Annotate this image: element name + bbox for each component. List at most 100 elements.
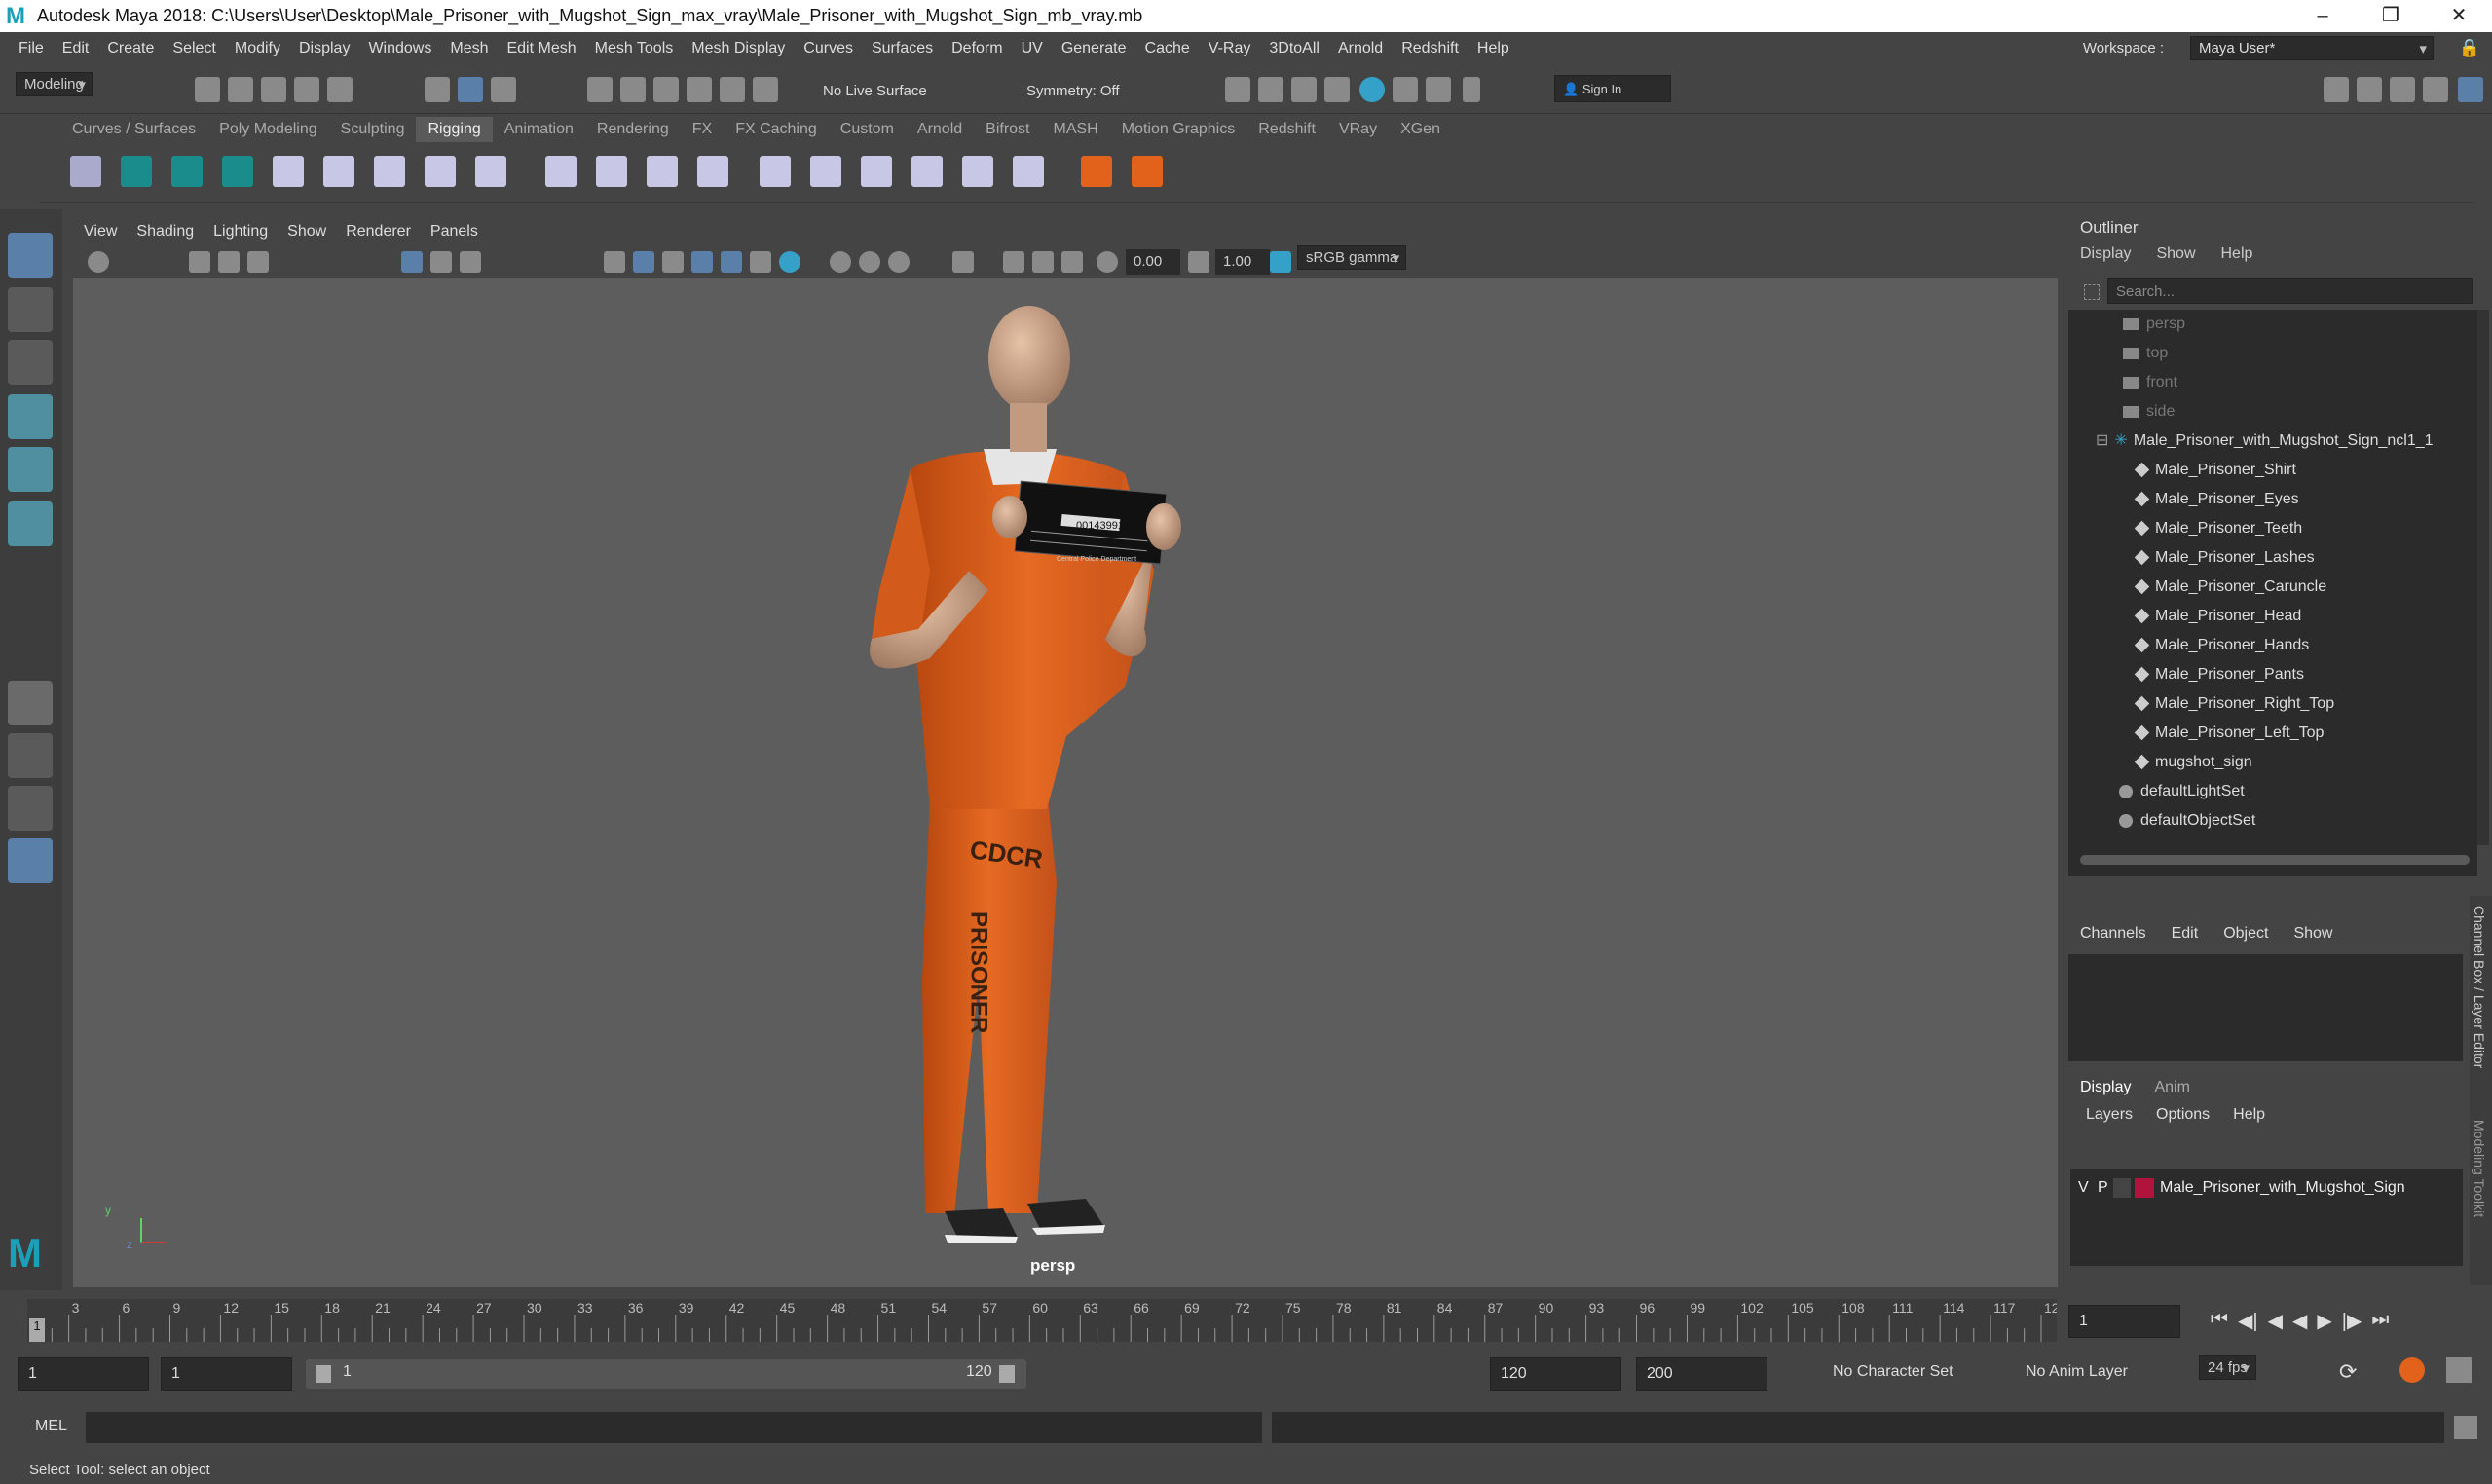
select-tool-icon[interactable] bbox=[8, 233, 53, 278]
step-forward-key-icon[interactable]: |▶ bbox=[2342, 1309, 2362, 1333]
layer-menu-layers[interactable]: Layers bbox=[2086, 1106, 2133, 1124]
layer-name[interactable]: Male_Prisoner_with_Mugshot_Sign bbox=[2160, 1174, 2405, 1202]
mel-input[interactable] bbox=[86, 1412, 1262, 1443]
shelf-tab-motion-graphics[interactable]: Motion Graphics bbox=[1110, 117, 1247, 142]
ik-handle-icon[interactable] bbox=[121, 156, 152, 187]
layer-tab-display[interactable]: Display bbox=[2080, 1079, 2131, 1096]
two-view-layout-icon[interactable] bbox=[8, 786, 53, 831]
side-tab-modeling-toolkit[interactable]: Modeling Toolkit bbox=[2472, 1120, 2487, 1217]
wrap-icon[interactable] bbox=[647, 156, 678, 187]
outliner-search-input[interactable]: Search... bbox=[2107, 278, 2473, 304]
orient-constraint-icon[interactable] bbox=[861, 156, 892, 187]
gamma-field[interactable]: 1.00 bbox=[1215, 249, 1270, 275]
outliner-item-mesh[interactable]: Male_Prisoner_Shirt bbox=[2134, 456, 2296, 485]
shelf-tab-custom[interactable]: Custom bbox=[829, 117, 906, 142]
outliner-item-mesh[interactable]: mugshot_sign bbox=[2134, 748, 2252, 777]
filter-icon[interactable] bbox=[2084, 284, 2100, 300]
render-settings-icon[interactable] bbox=[1324, 77, 1350, 102]
outliner-item-mesh[interactable]: Male_Prisoner_Right_Top bbox=[2134, 689, 2334, 719]
outliner-item-camera[interactable]: front bbox=[2123, 368, 2177, 397]
color-space-dropdown[interactable]: sRGB gamma bbox=[1297, 245, 1407, 270]
shelf-tab-fx[interactable]: FX bbox=[681, 117, 724, 142]
snap-view-plane-icon[interactable] bbox=[687, 77, 712, 102]
distance-tool-icon[interactable] bbox=[1132, 156, 1163, 187]
quick-rig-icon[interactable] bbox=[475, 156, 506, 187]
outliner-item-set[interactable]: defaultObjectSet bbox=[2119, 806, 2255, 835]
animation-preferences-icon[interactable] bbox=[2446, 1357, 2472, 1383]
lasso-tool-icon[interactable] bbox=[8, 287, 53, 332]
side-tab-channel-box[interactable]: Channel Box / Layer Editor bbox=[2472, 906, 2487, 1068]
step-back-key-icon[interactable]: ◀| bbox=[2238, 1309, 2258, 1333]
channel-menu-object[interactable]: Object bbox=[2223, 925, 2268, 943]
shadows-icon[interactable] bbox=[750, 251, 771, 273]
xray-icon[interactable] bbox=[1003, 251, 1024, 273]
outliner-toggle-icon[interactable] bbox=[2458, 77, 2483, 102]
color-management-icon[interactable] bbox=[1270, 251, 1291, 273]
depth-of-field-icon[interactable] bbox=[888, 251, 910, 273]
perspective-viewport[interactable]: 001439919 Central Police Department CDCR… bbox=[73, 278, 2058, 1287]
shelf-tab-fx-caching[interactable]: FX Caching bbox=[724, 117, 829, 142]
auto-key-icon[interactable] bbox=[2399, 1357, 2425, 1383]
layer-display-type-toggle[interactable] bbox=[2113, 1178, 2131, 1198]
outliner-item-mesh[interactable]: Male_Prisoner_Lashes bbox=[2134, 543, 2315, 573]
ipr-render-icon[interactable] bbox=[1291, 77, 1317, 102]
joint-tool-icon[interactable] bbox=[70, 156, 101, 187]
paint-select-tool-icon[interactable] bbox=[8, 340, 53, 385]
loop-icon[interactable]: ⟳ bbox=[2339, 1359, 2357, 1385]
exposure-field[interactable]: 0.00 bbox=[1126, 249, 1180, 275]
viewport-menu-panels[interactable]: Panels bbox=[430, 223, 478, 241]
outliner-item-mesh[interactable]: Male_Prisoner_Pants bbox=[2134, 660, 2304, 689]
multisample-icon[interactable] bbox=[859, 251, 880, 273]
orient-joint-icon[interactable] bbox=[374, 156, 405, 187]
undo-icon[interactable] bbox=[294, 77, 319, 102]
shelf-tab-rigging[interactable]: Rigging bbox=[416, 117, 493, 142]
blend-shape-icon[interactable] bbox=[697, 156, 728, 187]
modeling-toolkit-icon[interactable] bbox=[2324, 77, 2349, 102]
shelf-tab-poly-modeling[interactable]: Poly Modeling bbox=[207, 117, 329, 142]
minimize-icon[interactable]: – bbox=[2288, 0, 2357, 32]
character-set-dropdown[interactable]: No Character Set bbox=[1833, 1363, 1953, 1381]
viewport-menu-show[interactable]: Show bbox=[287, 223, 326, 241]
channel-list[interactable] bbox=[2068, 954, 2463, 1061]
viewport-menu-lighting[interactable]: Lighting bbox=[213, 223, 268, 241]
step-back-frame-icon[interactable]: ◀ bbox=[2268, 1309, 2283, 1333]
lattice-icon[interactable] bbox=[545, 156, 577, 187]
motion-blur-icon[interactable] bbox=[830, 251, 851, 273]
menu-surfaces[interactable]: Surfaces bbox=[872, 40, 933, 57]
outliner-item-mesh[interactable]: Male_Prisoner_Head bbox=[2134, 602, 2301, 631]
new-scene-icon[interactable] bbox=[195, 77, 220, 102]
shelf-tab-arnold[interactable]: Arnold bbox=[906, 117, 974, 142]
film-gate-icon[interactable] bbox=[430, 251, 452, 273]
four-view-layout-icon[interactable] bbox=[8, 733, 53, 778]
snap-curve-icon[interactable] bbox=[620, 77, 646, 102]
single-perspective-layout-icon[interactable] bbox=[8, 681, 53, 725]
ambient-occlusion-icon[interactable] bbox=[779, 251, 800, 273]
playback-start-field[interactable]: 1 bbox=[161, 1357, 292, 1391]
outliner-horizontal-scrollbar[interactable] bbox=[2080, 855, 2470, 865]
vray-render-icon[interactable] bbox=[1426, 77, 1451, 102]
play-forward-icon[interactable]: ▶ bbox=[2317, 1309, 2331, 1333]
menu-deform[interactable]: Deform bbox=[951, 40, 1002, 57]
layer-visibility-toggle[interactable]: V bbox=[2078, 1174, 2089, 1202]
select-hierarchy-icon[interactable] bbox=[425, 77, 450, 102]
menu-select[interactable]: Select bbox=[172, 40, 215, 57]
open-scene-icon[interactable] bbox=[228, 77, 253, 102]
snap-point-icon[interactable] bbox=[653, 77, 679, 102]
menu-edit[interactable]: Edit bbox=[62, 40, 90, 57]
play-backward-icon[interactable]: ◀ bbox=[2292, 1309, 2307, 1333]
textured-icon[interactable] bbox=[691, 251, 713, 273]
render-view-icon[interactable] bbox=[1225, 77, 1250, 102]
select-object-icon[interactable] bbox=[458, 77, 483, 102]
move-tool-icon[interactable] bbox=[8, 394, 53, 439]
lock-icon[interactable]: 🔒 bbox=[2459, 38, 2480, 58]
outliner-item-camera[interactable]: persp bbox=[2123, 310, 2185, 339]
pole-vector-icon[interactable] bbox=[1013, 156, 1044, 187]
shelf-tab-animation[interactable]: Animation bbox=[493, 117, 585, 142]
attribute-editor-icon[interactable] bbox=[2357, 77, 2382, 102]
symmetry-label[interactable]: Symmetry: Off bbox=[1026, 83, 1120, 99]
camera-lock-icon[interactable] bbox=[88, 251, 109, 273]
outliner-vertical-scrollbar[interactable] bbox=[2477, 310, 2489, 845]
menu-generate[interactable]: Generate bbox=[1061, 40, 1127, 57]
layer-menu-options[interactable]: Options bbox=[2156, 1106, 2210, 1124]
menu-file[interactable]: File bbox=[19, 40, 44, 57]
